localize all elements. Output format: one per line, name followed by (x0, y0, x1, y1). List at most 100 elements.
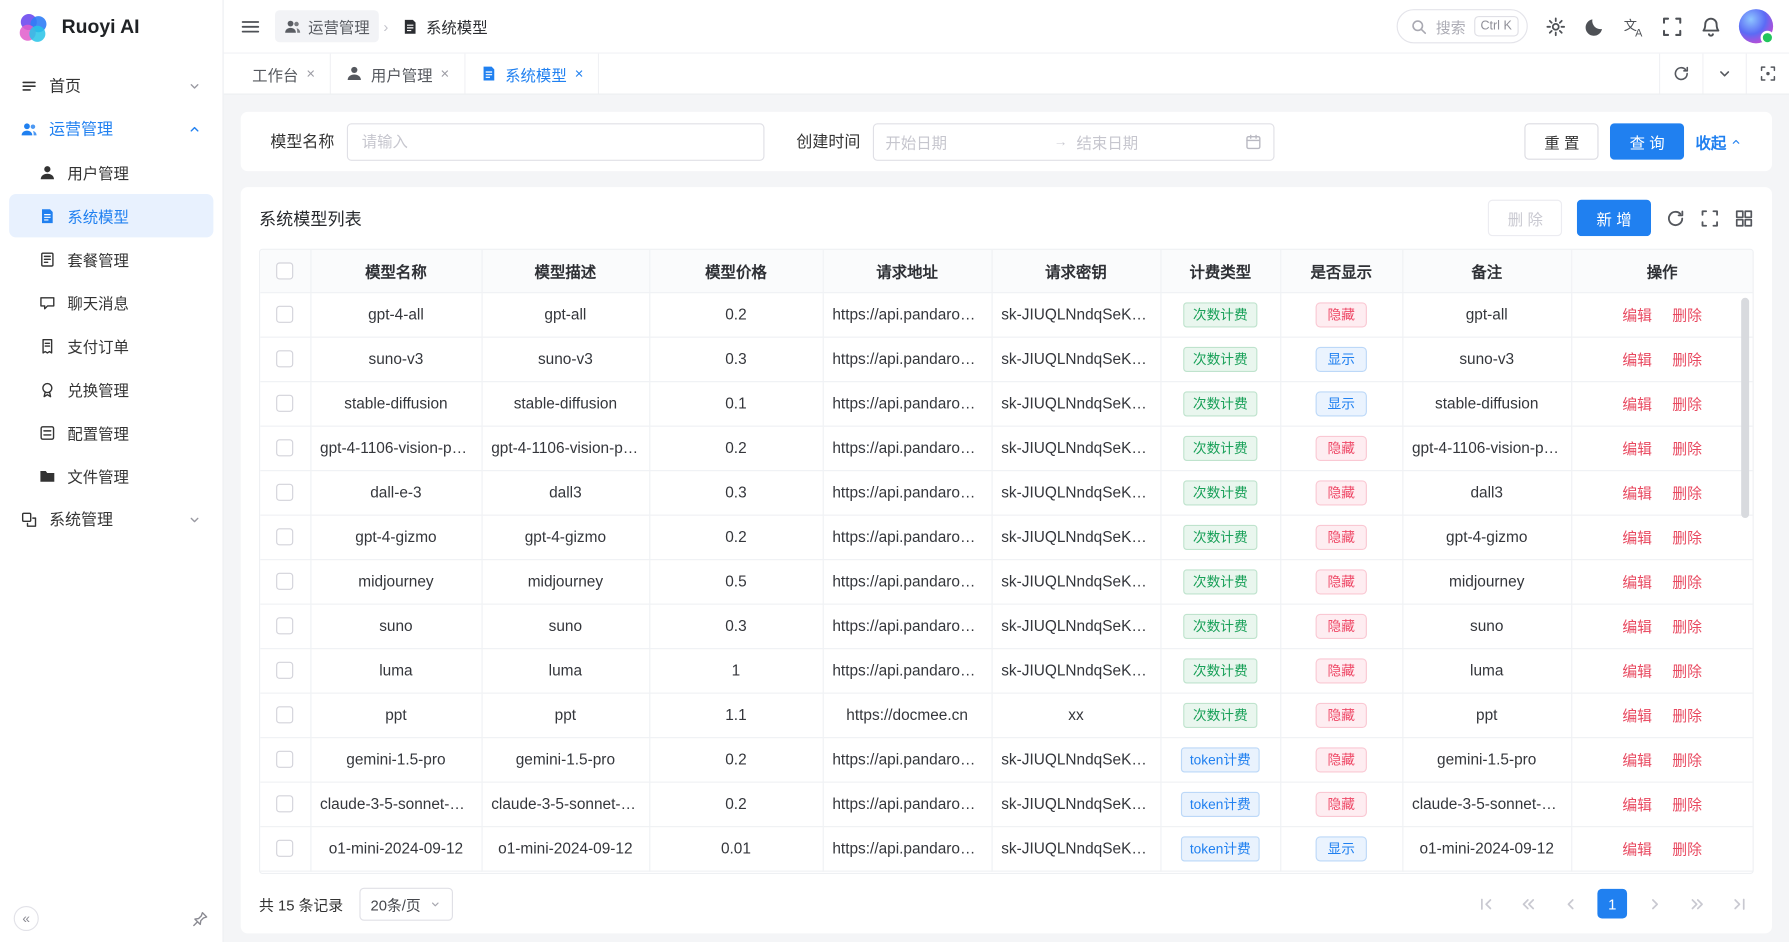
sidebar-footer: « (0, 895, 222, 942)
delete-link[interactable]: 删除 (1672, 752, 1702, 769)
row-checkbox[interactable] (276, 707, 293, 724)
tab-workbench[interactable]: 工作台 × (237, 54, 331, 94)
page-size-select[interactable]: 20条/页 (359, 887, 453, 920)
global-search[interactable]: 搜索 Ctrl K (1397, 9, 1528, 43)
delete-link[interactable]: 删除 (1672, 529, 1702, 546)
content-fullscreen-icon[interactable] (1746, 54, 1789, 94)
fullscreen-icon[interactable] (1661, 15, 1683, 37)
menu-toggle-icon[interactable] (240, 15, 262, 37)
chevron-down-icon (187, 512, 202, 527)
breadcrumb-system-model[interactable]: 系统模型 (393, 10, 497, 42)
sidebar-item-system-management[interactable]: 系统管理 (9, 497, 213, 540)
sidebar-item-file-management[interactable]: 文件管理 (9, 454, 213, 497)
sidebar-item-package-management[interactable]: 套餐管理 (9, 237, 213, 280)
column-settings-icon[interactable] (1734, 208, 1753, 227)
next-page-button[interactable] (1640, 889, 1670, 919)
batch-delete-button[interactable]: 删 除 (1488, 200, 1562, 237)
row-checkbox[interactable] (276, 395, 293, 412)
delete-link[interactable]: 删除 (1672, 396, 1702, 413)
next-group-button[interactable] (1682, 889, 1712, 919)
edit-link[interactable]: 编辑 (1622, 663, 1652, 680)
edit-link[interactable]: 编辑 (1622, 396, 1652, 413)
row-checkbox[interactable] (276, 306, 293, 323)
gear-icon[interactable] (1545, 15, 1567, 37)
sidebar-item-operations[interactable]: 运营管理 (9, 107, 213, 150)
edit-link[interactable]: 编辑 (1622, 752, 1652, 769)
sidebar-item-config-management[interactable]: 配置管理 (9, 411, 213, 454)
first-page-button[interactable] (1471, 889, 1501, 919)
language-icon[interactable]: 文A (1623, 15, 1645, 37)
sidebar-collapse-button[interactable]: « (14, 906, 39, 931)
row-checkbox[interactable] (276, 351, 293, 368)
row-checkbox[interactable] (276, 751, 293, 768)
select-all-checkbox[interactable] (276, 263, 293, 280)
edit-link[interactable]: 编辑 (1622, 307, 1652, 324)
user-icon (39, 164, 56, 181)
vertical-scrollbar[interactable] (1741, 298, 1749, 518)
edit-link[interactable]: 编辑 (1622, 618, 1652, 635)
table-fullscreen-icon[interactable] (1700, 208, 1719, 227)
edit-link[interactable]: 编辑 (1622, 574, 1652, 591)
user-avatar[interactable] (1739, 9, 1773, 43)
edit-link[interactable]: 编辑 (1622, 529, 1652, 546)
row-checkbox[interactable] (276, 440, 293, 457)
delete-link[interactable]: 删除 (1672, 440, 1702, 457)
last-page-button[interactable] (1724, 889, 1754, 919)
delete-link[interactable]: 删除 (1672, 707, 1702, 724)
row-checkbox[interactable] (276, 618, 293, 635)
edit-link[interactable]: 编辑 (1622, 351, 1652, 368)
tab-system-model[interactable]: 系统模型 × (465, 54, 599, 94)
add-button[interactable]: 新 增 (1577, 200, 1651, 237)
tab-menu-icon[interactable] (1702, 54, 1745, 94)
app-logo-icon (16, 10, 50, 44)
row-checkbox[interactable] (276, 662, 293, 679)
edit-link[interactable]: 编辑 (1622, 796, 1652, 813)
row-checkbox[interactable] (276, 529, 293, 546)
request-key-cell: sk-JIUQLNndqSeKWU... (992, 559, 1161, 603)
date-range-picker[interactable]: 开始日期 → 结束日期 (873, 123, 1275, 161)
refresh-icon[interactable] (1666, 208, 1685, 227)
sidebar-item-system-model[interactable]: 系统模型 (9, 194, 213, 237)
delete-link[interactable]: 删除 (1672, 796, 1702, 813)
refresh-icon (1673, 65, 1690, 82)
prev-group-button[interactable] (1513, 889, 1543, 919)
row-checkbox[interactable] (276, 840, 293, 857)
delete-link[interactable]: 删除 (1672, 841, 1702, 858)
sidebar-item-user-management[interactable]: 用户管理 (9, 151, 213, 194)
tab-user-management[interactable]: 用户管理 × (331, 54, 465, 94)
delete-link[interactable]: 删除 (1672, 307, 1702, 324)
delete-link[interactable]: 删除 (1672, 485, 1702, 502)
delete-link[interactable]: 删除 (1672, 574, 1702, 591)
delete-link[interactable]: 删除 (1672, 351, 1702, 368)
collapse-filter-link[interactable]: 收起 (1696, 130, 1743, 153)
sidebar-item-redeem-management[interactable]: 兑换管理 (9, 367, 213, 410)
delete-link[interactable]: 删除 (1672, 618, 1702, 635)
refresh-tab-icon[interactable] (1659, 54, 1702, 94)
edit-link[interactable]: 编辑 (1622, 485, 1652, 502)
pin-icon[interactable] (192, 910, 209, 927)
edit-link[interactable]: 编辑 (1622, 707, 1652, 724)
sidebar-item-chat-messages[interactable]: 聊天消息 (9, 281, 213, 324)
notifications-icon[interactable] (1700, 15, 1722, 37)
row-checkbox[interactable] (276, 484, 293, 501)
row-checkbox[interactable] (276, 796, 293, 813)
edit-link[interactable]: 编辑 (1622, 440, 1652, 457)
breadcrumb-operations[interactable]: 运营管理 (275, 10, 379, 42)
current-page-button[interactable]: 1 (1597, 889, 1627, 919)
close-icon[interactable]: × (306, 66, 315, 81)
request-key-cell: sk-JIUQLNndqSeKWU... (992, 604, 1161, 648)
sidebar-item-home[interactable]: 首页 (9, 64, 213, 107)
model-name-input[interactable] (347, 123, 765, 161)
request-url-cell: https://api.pandarobo... (823, 426, 992, 470)
close-icon[interactable]: × (575, 66, 584, 81)
query-button[interactable]: 查 询 (1610, 123, 1684, 160)
dark-mode-icon[interactable] (1584, 15, 1606, 37)
close-icon[interactable]: × (441, 66, 450, 81)
reset-button[interactable]: 重 置 (1525, 123, 1599, 160)
delete-link[interactable]: 删除 (1672, 663, 1702, 680)
sidebar-item-payment-orders[interactable]: 支付订单 (9, 324, 213, 367)
edit-link[interactable]: 编辑 (1622, 841, 1652, 858)
app-logo[interactable]: Ruoyi AI (0, 0, 222, 55)
prev-page-button[interactable] (1555, 889, 1585, 919)
row-checkbox[interactable] (276, 573, 293, 590)
